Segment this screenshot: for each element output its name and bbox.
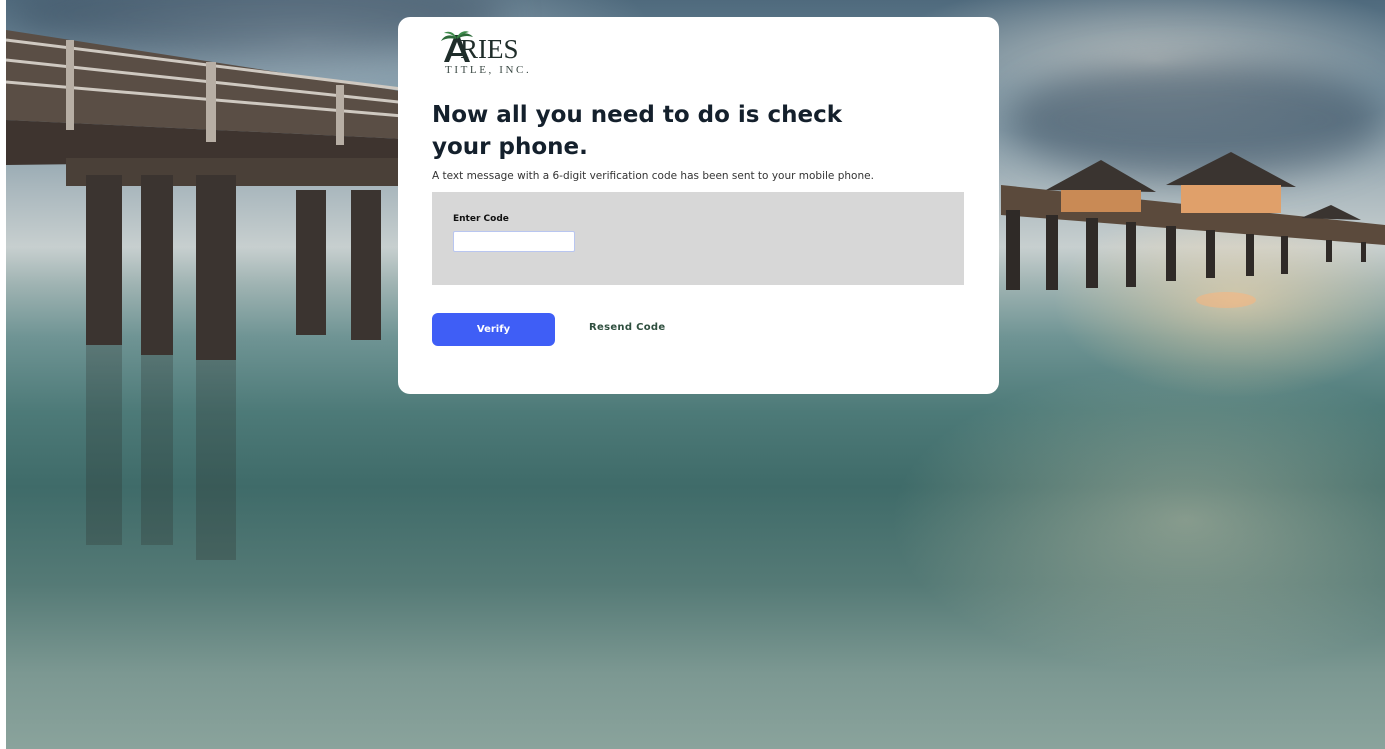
resend-code-link[interactable]: Resend Code — [589, 322, 665, 333]
verification-message: A text message with a 6-digit verificati… — [432, 170, 874, 182]
verification-card: RIES TITLE, INC. Now all you need to do … — [398, 17, 999, 394]
verification-code-input[interactable] — [453, 231, 575, 252]
company-logo: RIES TITLE, INC. — [440, 31, 550, 81]
logo-wordmark: RIES — [460, 34, 519, 64]
code-entry-panel: Enter Code — [432, 192, 964, 285]
login-page: RIES TITLE, INC. Now all you need to do … — [0, 0, 1385, 749]
code-label: Enter Code — [453, 214, 509, 224]
page-title: Now all you need to do is check your pho… — [432, 102, 843, 160]
logo-subtitle: TITLE, INC. — [445, 64, 532, 76]
verify-button[interactable]: Verify — [432, 313, 555, 346]
